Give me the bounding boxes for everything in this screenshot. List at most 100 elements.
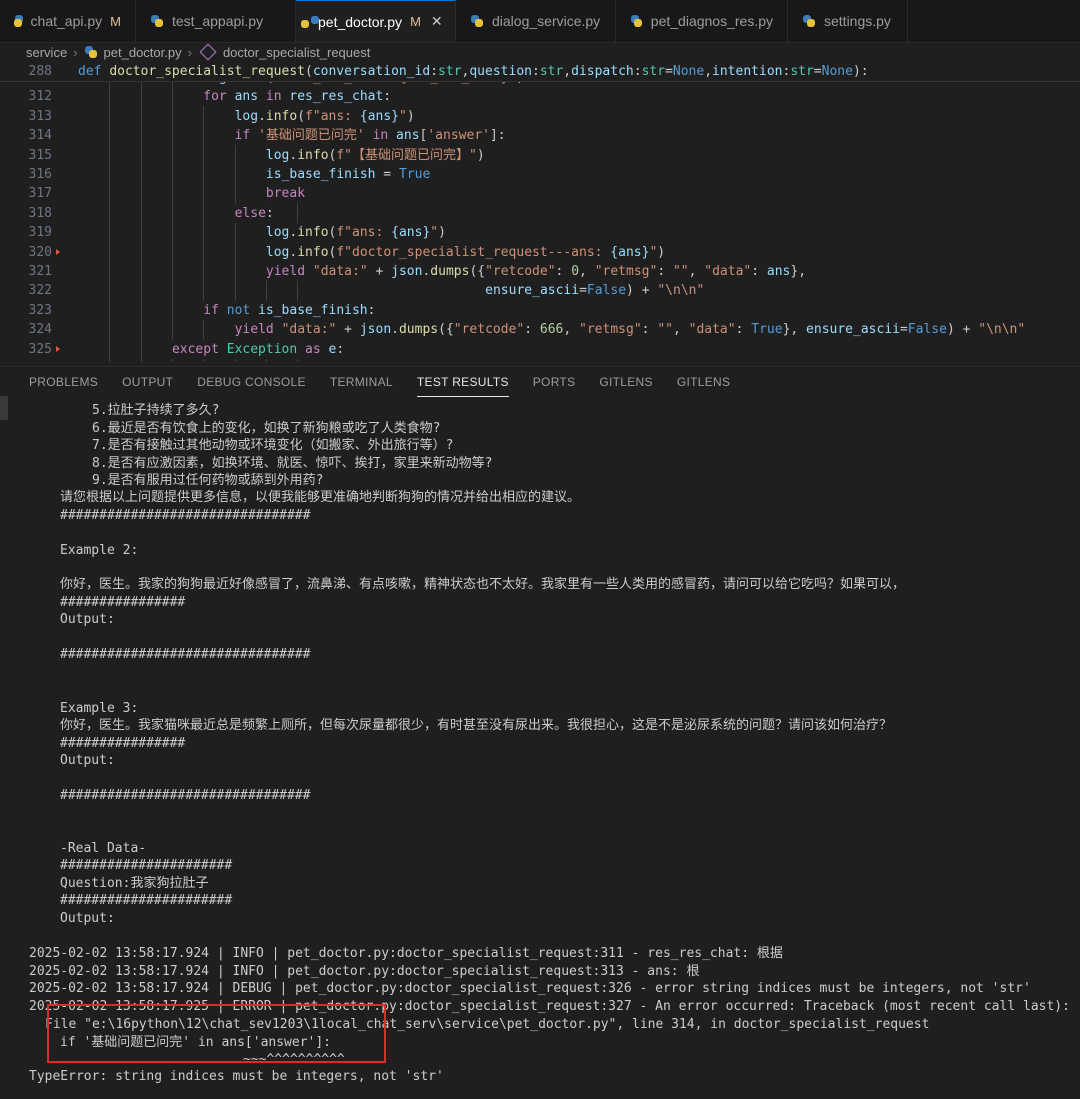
panel-tab-test-results[interactable]: TEST RESULTS — [416, 367, 509, 397]
python-file-icon — [470, 14, 484, 28]
line-number: 317 — [28, 186, 52, 202]
tab-label: settings.py — [824, 13, 891, 29]
terminal-line: ################ — [60, 736, 186, 751]
terminal-line: 7.是否有接触过其他动物或环境变化（如搬家、外出旅行等）? — [92, 438, 454, 453]
code-line[interactable]: 314 if '基础问题已问完' in ans['answer']: — [0, 126, 1080, 146]
terminal-line: ################################ — [60, 788, 311, 803]
python-file-icon — [13, 14, 23, 28]
breadcrumb-folder[interactable]: service — [26, 45, 67, 60]
code-line[interactable]: 322 ensure_ascii=False) + "\n\n" — [0, 281, 1080, 301]
code-line[interactable]: 313 log.info(f"ans: {ans}") — [0, 106, 1080, 126]
code-line[interactable]: 319 log.info(f"ans: {ans}") — [0, 223, 1080, 243]
code-text: log.info(f"ans: {ans}") — [234, 106, 415, 126]
terminal-line: -Real Data- — [60, 841, 147, 856]
line-number: 316 — [28, 167, 52, 182]
change-marker-icon — [56, 345, 60, 352]
code-line[interactable]: 315 log.info(f"【基础问题已问完】") — [0, 145, 1080, 165]
sticky-scroll-line[interactable]: 288 def doctor_specialist_request(convers… — [0, 62, 1080, 82]
code-text: yield "data:" + json.dumps({"retcode": 6… — [234, 320, 1026, 340]
terminal-line: ################################ — [60, 647, 311, 662]
code-line[interactable]: 318 else: — [0, 203, 1080, 223]
terminal-line: Output: — [60, 612, 115, 627]
file-tab-chat-api-py[interactable]: chat_api.py M — [0, 0, 136, 42]
terminal-line: 8.是否有应激因素，如换环境、就医、惊吓、挨打，家里来新动物等? — [92, 456, 493, 471]
line-number: 288 — [28, 64, 52, 79]
editor-tab-bar: chat_api.py Mtest_appapi.py pet_doctor.py M… — [0, 0, 1080, 43]
code-line[interactable]: 324 yield "data:" + json.dumps({"retcode"… — [0, 320, 1080, 340]
change-marker-icon — [56, 248, 60, 255]
code-text: except Exception as e: — [171, 339, 345, 359]
file-tab-test-appapi-py[interactable]: test_appapi.py — [136, 0, 296, 42]
code-text: is_base_finish = True — [265, 165, 431, 184]
tab-label: pet_doctor.py — [318, 13, 403, 30]
code-text: def doctor_specialist_request(conversati… — [78, 64, 869, 79]
python-file-icon — [802, 14, 816, 28]
terminal-line: 2025-02-02 13:58:17.924 | INFO | pet_doc… — [29, 946, 783, 961]
panel-tab-ports[interactable]: PORTS — [533, 367, 576, 397]
terminal-line: ###################### — [60, 858, 233, 873]
terminal-line: 请您根据以上问题提供更多信息，以便我能够更准确地判断狗狗的情况并给出相应的建议。 — [60, 490, 581, 505]
terminal-output[interactable]: 5.拉肚子持续了多久? 6.最近是否有饮食上的变化，如换了新狗粮或吃了人类食物? 7… — [0, 396, 1080, 1099]
file-tab-settings-py[interactable]: settings.py — [788, 0, 908, 42]
code-line[interactable]: 321 yield "data:" + json.dumps({"retcode"… — [0, 262, 1080, 281]
panel-tab-gitlens[interactable]: GITLENS — [599, 367, 652, 397]
code-text: log.info(f"doctor_specialist_request---a… — [265, 242, 666, 262]
terminal-line: Example 2: — [60, 543, 139, 558]
panel-tab-bar: PROBLEMS OUTPUT DEBUG CONSOLE TERMINAL TEST … — [0, 366, 1080, 397]
file-tab-pet-doctor-py[interactable]: pet_doctor.py M ✕ — [296, 0, 456, 42]
error-highlight-box — [47, 1004, 386, 1063]
code-text: log.info(f"ans: {ans}") — [265, 223, 446, 243]
code-line[interactable]: 325 except Exception as e: — [0, 339, 1080, 359]
terminal-line: Output: — [60, 753, 115, 768]
terminal-line: 你好，医生。我家的狗狗最近好像感冒了，流鼻涕、有点咳嗽，精神状态也不太好。我家里… — [60, 577, 906, 592]
python-file-icon — [630, 14, 643, 28]
code-line[interactable]: 323 if not is_base_finish: — [0, 300, 1080, 320]
breadcrumb-separator: › — [187, 44, 192, 60]
panel-tab-problems[interactable]: PROBLEMS — [29, 367, 98, 397]
line-number: 318 — [28, 205, 52, 221]
code-line[interactable]: 312 for ans in res_res_chat: — [0, 87, 1080, 107]
breadcrumb-symbol[interactable]: doctor_specialist_request — [223, 45, 370, 60]
code-text: for ans in res_res_chat: — [203, 87, 392, 107]
modified-indicator: M — [410, 14, 421, 29]
panel-tab-terminal[interactable]: TERMINAL — [330, 367, 393, 397]
line-number: 324 — [28, 322, 52, 338]
code-text: else: — [234, 203, 274, 223]
terminal-line: 2025-02-02 13:58:17.924 | INFO | pet_doc… — [29, 964, 700, 979]
file-tab-dialog-service-py[interactable]: dialog_service.py — [456, 0, 616, 42]
code-line[interactable]: 317 break — [0, 184, 1080, 204]
terminal-line: ################ — [60, 595, 186, 610]
python-file-icon — [84, 45, 98, 59]
code-editor[interactable]: 311log.info(f"res_res_chat: {res_res_cha… — [0, 62, 1080, 362]
panel-tab-output[interactable]: OUTPUT — [122, 367, 173, 397]
line-number: 320 — [28, 244, 52, 260]
code-line[interactable]: 320 log.info(f"doctor_specialist_request-… — [0, 242, 1080, 262]
line-number: 319 — [28, 225, 52, 241]
terminal-line: ###################### — [60, 893, 233, 908]
panel-tab-gitlens[interactable]: GITLENS — [677, 367, 730, 397]
breadcrumb: service › pet_doctor.py › doctor_special… — [0, 42, 1080, 62]
code-line[interactable]: 316 is_base_finish = True — [0, 165, 1080, 184]
modified-indicator: M — [110, 13, 121, 29]
line-number: 321 — [28, 264, 52, 279]
line-number: 314 — [28, 128, 52, 144]
function-symbol-icon — [199, 43, 217, 61]
terminal-line: 9.是否有服用过任何药物或舔到外用药? — [92, 473, 324, 488]
code-text: if '基础问题已问完' in ans['answer']: — [234, 126, 506, 146]
close-icon[interactable]: ✕ — [431, 13, 443, 30]
panel-tab-debug-console[interactable]: DEBUG CONSOLE — [197, 367, 306, 397]
line-number: 315 — [28, 147, 52, 163]
code-text: yield "data:" + json.dumps({"retcode": 0… — [265, 262, 807, 281]
file-tab-pet-diagnos-res-py[interactable]: pet_diagnos_res.py — [616, 0, 788, 42]
terminal-line: Question:我家狗拉肚子 — [60, 876, 209, 891]
terminal-line: 6.最近是否有饮食上的变化，如换了新狗粮或吃了人类食物? — [92, 421, 441, 436]
terminal-line: 5.拉肚子持续了多久? — [92, 403, 220, 418]
tab-label: chat_api.py — [30, 13, 103, 29]
breadcrumb-file[interactable]: pet_doctor.py — [104, 45, 182, 60]
tab-label: pet_diagnos_res.py — [650, 13, 773, 29]
python-file-icon — [150, 14, 164, 28]
code-text: ensure_ascii=False) + "\n\n" — [485, 281, 705, 301]
breadcrumb-separator: › — [73, 44, 78, 60]
terminal-line: TypeError: string indices must be intege… — [29, 1069, 444, 1084]
line-number: 313 — [28, 108, 52, 124]
